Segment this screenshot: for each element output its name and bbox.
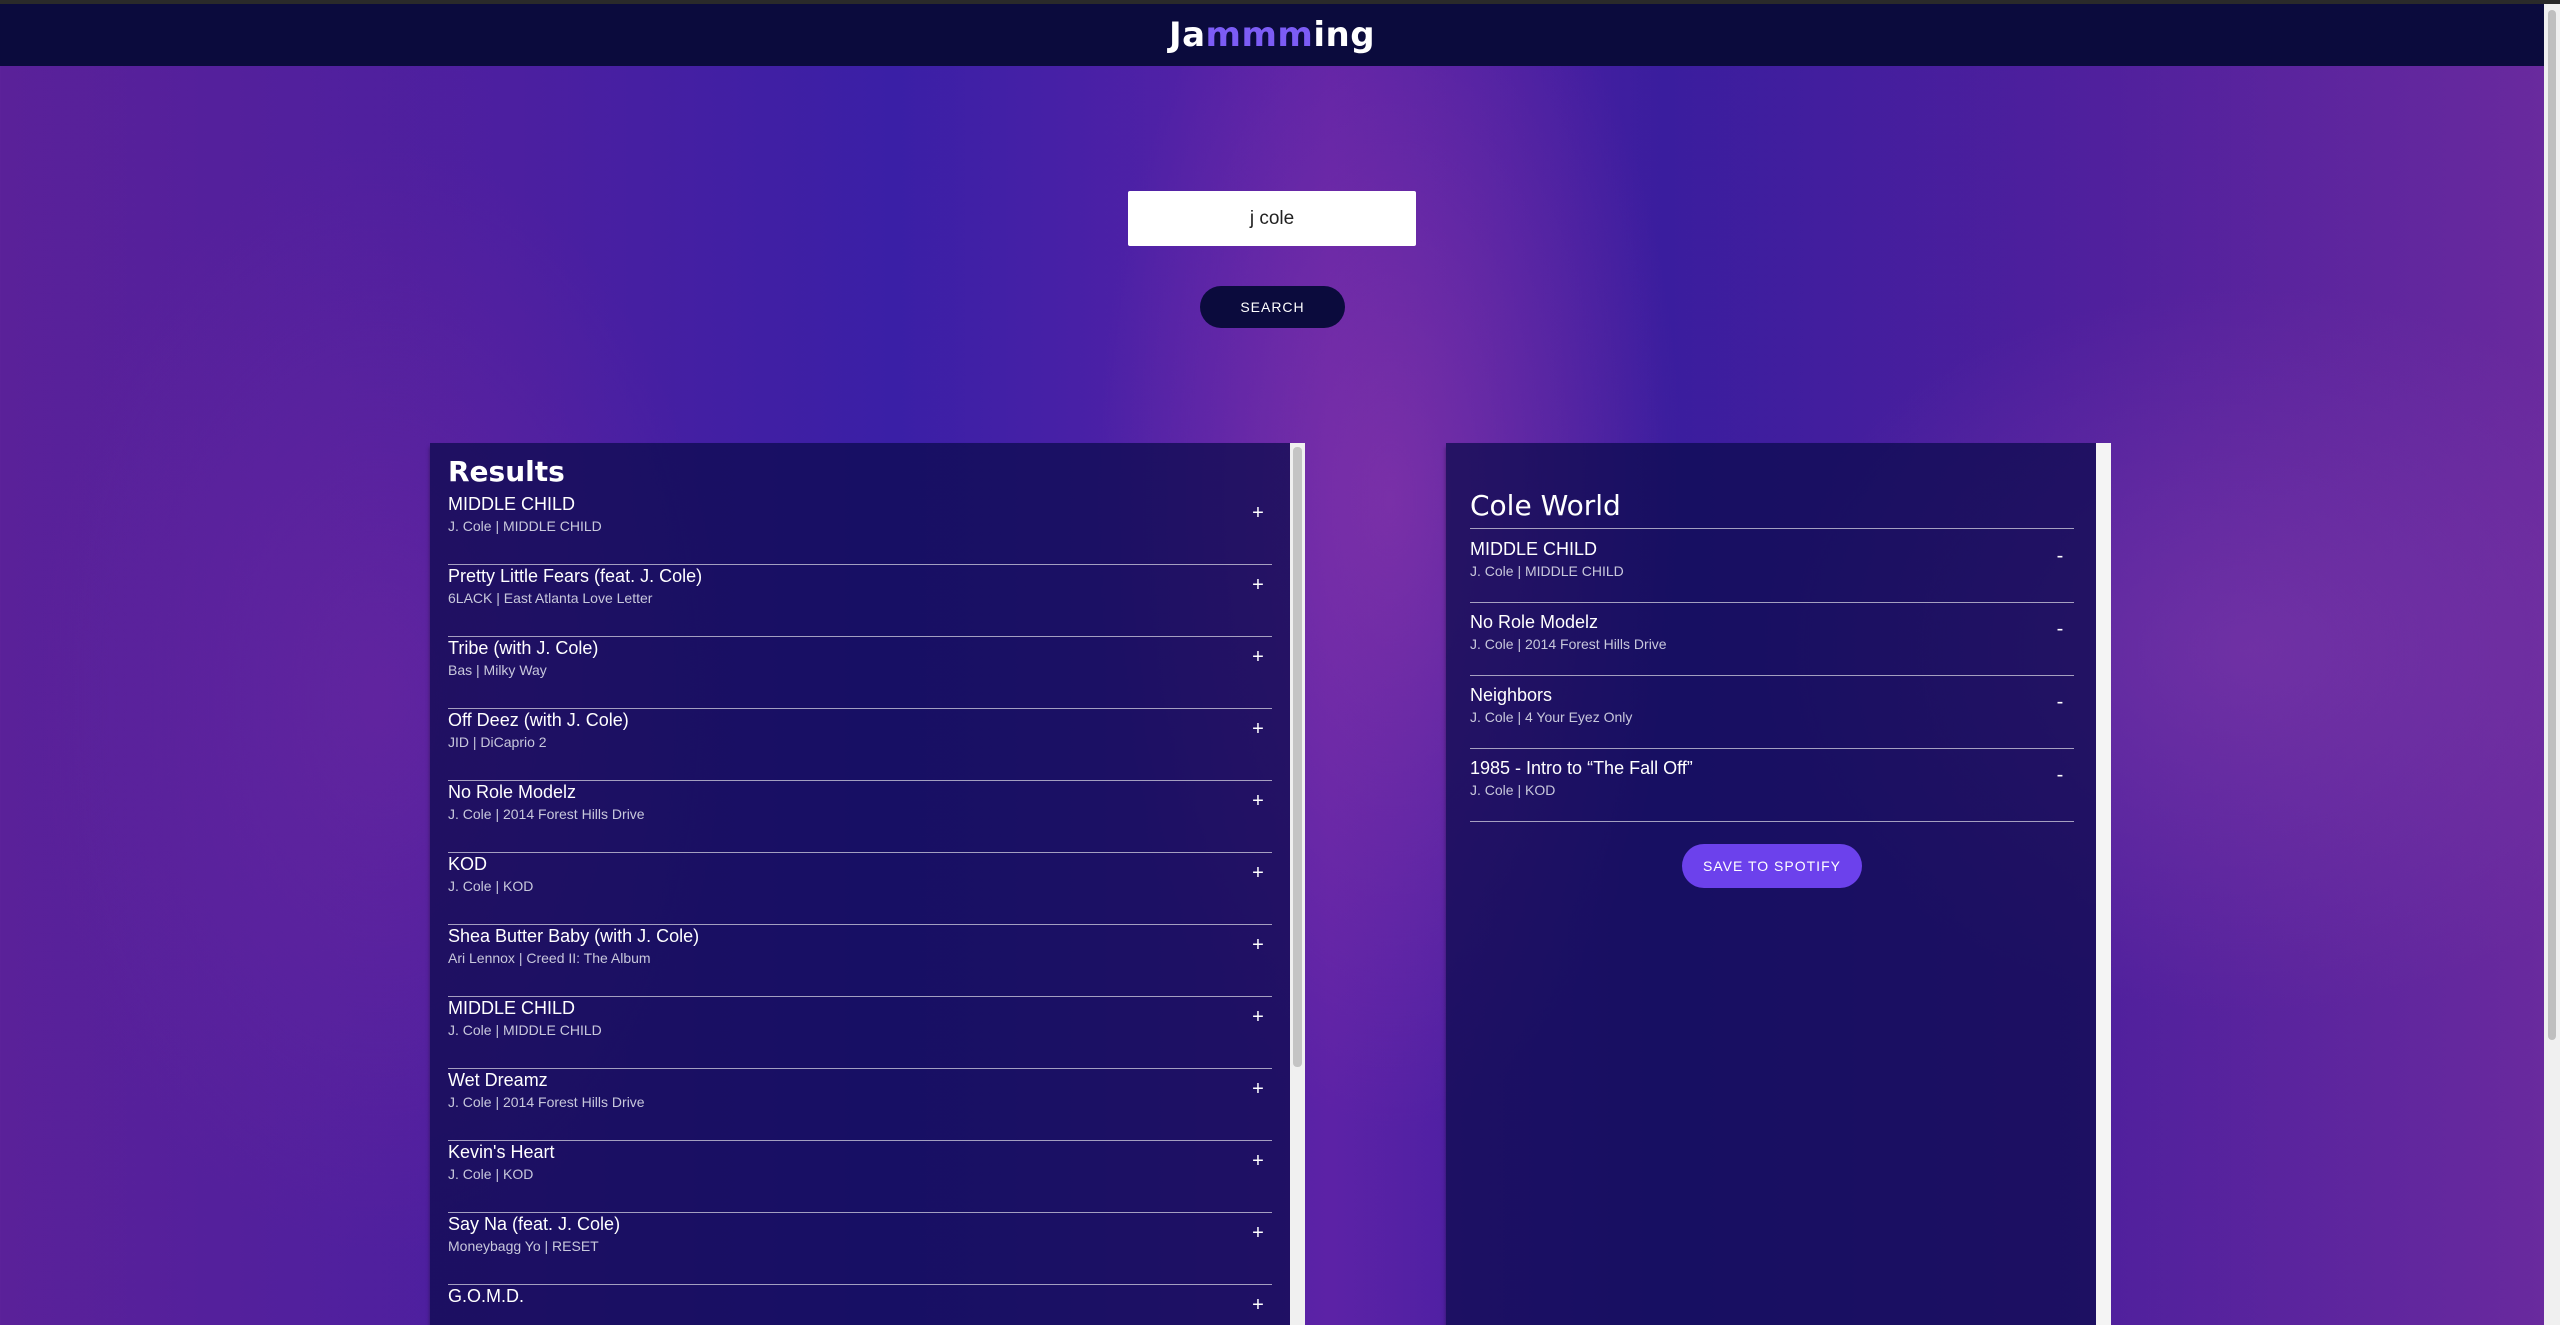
track-name: Wet Dreamz (448, 1070, 548, 1090)
app-logo: Jammming (1169, 15, 1375, 55)
track-info: J. Cole | KOD (448, 1166, 534, 1182)
remove-track-button[interactable]: - (2048, 690, 2072, 714)
track-row: Kevin's Heart J. Cole | KOD + (448, 1141, 1272, 1213)
track-info: J. Cole | 4 Your Eyez Only (1470, 709, 1633, 725)
track-row: No Role Modelz J. Cole | 2014 Forest Hill… (1470, 603, 2074, 676)
track-info: J. Cole | MIDDLE CHILD (448, 1022, 602, 1038)
track-name: Shea Butter Baby (with J. Cole) (448, 926, 700, 946)
track-info: J. Cole | 2014 Forest Hills Drive (448, 1094, 645, 1110)
track-row: Wet Dreamz J. Cole | 2014 Forest Hills Dr… (448, 1069, 1272, 1141)
track-name: 1985 - Intro to “The Fall Off” (1470, 758, 1693, 778)
track-row: MIDDLE CHILD J. Cole | MIDDLE CHILD - (1470, 530, 2074, 603)
playlist-name-input[interactable] (1470, 483, 2074, 529)
add-track-button[interactable]: + (1246, 1077, 1270, 1101)
add-track-button[interactable]: + (1246, 861, 1270, 885)
page-scrollbar-thumb[interactable] (2548, 10, 2556, 1040)
track-info: J. Cole | MIDDLE CHILD (1470, 563, 1624, 579)
track-row: Neighbors J. Cole | 4 Your Eyez Only - (1470, 676, 2074, 749)
track-info: J. Cole | 2014 Forest Hills Drive (1470, 636, 1667, 652)
results-panel: Results MIDDLE CHILD J. Cole | MIDDLE CHI… (430, 443, 1292, 1325)
page-scrollbar[interactable] (2544, 4, 2560, 1325)
track-row: Off Deez (with J. Cole) JID | DiCaprio 2 + (448, 709, 1272, 781)
track-info: Ari Lennox | Creed II: The Album (448, 950, 651, 966)
track-info: J. Cole | MIDDLE CHILD (448, 518, 602, 534)
add-track-button[interactable]: + (1246, 717, 1270, 741)
track-row: Pretty Little Fears (feat. J. Cole) 6LACK… (448, 565, 1272, 637)
results-title: Results (448, 455, 565, 488)
save-to-spotify-button[interactable]: SAVE TO SPOTIFY (1682, 844, 1862, 888)
track-info: Bas | Milky Way (448, 662, 547, 678)
add-track-button[interactable]: + (1246, 573, 1270, 597)
logo-end: ing (1313, 15, 1376, 55)
track-info: J. Cole | 2014 Forest Hills Drive (448, 806, 645, 822)
playlist-panel-edge (2096, 443, 2111, 1325)
track-name: Say Na (feat. J. Cole) (448, 1214, 621, 1234)
add-track-button[interactable]: + (1246, 789, 1270, 813)
track-info: Moneybagg Yo | RESET (448, 1238, 599, 1254)
track-name: Off Deez (with J. Cole) (448, 710, 629, 730)
track-name: Pretty Little Fears (feat. J. Cole) (448, 566, 703, 586)
search-button[interactable]: SEARCH (1200, 286, 1345, 328)
track-row: KOD J. Cole | KOD + (448, 853, 1272, 925)
search-input[interactable] (1128, 191, 1416, 246)
track-name: Kevin's Heart (448, 1142, 555, 1162)
track-name: G.O.M.D. (448, 1286, 524, 1306)
results-scrollbar[interactable] (1290, 443, 1305, 1325)
track-name: No Role Modelz (448, 782, 577, 802)
track-info: J. Cole | KOD (448, 878, 534, 894)
track-name: Neighbors (1470, 685, 1553, 705)
track-row: Tribe (with J. Cole) Bas | Milky Way + (448, 637, 1272, 709)
track-row: MIDDLE CHILD J. Cole | MIDDLE CHILD + (448, 493, 1272, 565)
remove-track-button[interactable]: - (2048, 544, 2072, 568)
playlist-track-list: MIDDLE CHILD J. Cole | MIDDLE CHILD - No Ro… (1470, 530, 2074, 822)
add-track-button[interactable]: + (1246, 645, 1270, 669)
logo-accent: mmm (1205, 15, 1314, 55)
add-track-button[interactable]: + (1246, 501, 1270, 525)
track-row: G.O.M.D. + (448, 1285, 1272, 1325)
track-name: MIDDLE CHILD (448, 494, 576, 514)
track-info: J. Cole | KOD (1470, 782, 1556, 798)
track-name: No Role Modelz (1470, 612, 1599, 632)
track-info: JID | DiCaprio 2 (448, 734, 547, 750)
add-track-button[interactable]: + (1246, 1149, 1270, 1173)
track-name: MIDDLE CHILD (1470, 539, 1598, 559)
logo-start: Ja (1168, 15, 1206, 55)
add-track-button[interactable]: + (1246, 1293, 1270, 1317)
results-scrollbar-thumb[interactable] (1293, 447, 1302, 1067)
playlist-panel: MIDDLE CHILDJ. Cole | MIDDLE CHILD-No Ro… (1446, 443, 2096, 1325)
results-track-list: MIDDLE CHILD J. Cole | MIDDLE CHILD + Prett… (448, 493, 1272, 1325)
app-header: Jammming (0, 4, 2544, 66)
track-name: KOD (448, 854, 488, 874)
add-track-button[interactable]: + (1246, 1221, 1270, 1245)
remove-track-button[interactable]: - (2048, 617, 2072, 641)
track-name: MIDDLE CHILD (448, 998, 576, 1018)
add-track-button[interactable]: + (1246, 1005, 1270, 1029)
add-track-button[interactable]: + (1246, 933, 1270, 957)
track-row: Say Na (feat. J. Cole) Moneybagg Yo | RES… (448, 1213, 1272, 1285)
track-row: Shea Butter Baby (with J. Cole) Ari Lenno… (448, 925, 1272, 997)
remove-track-button[interactable]: - (2048, 763, 2072, 787)
track-name: Tribe (with J. Cole) (448, 638, 599, 658)
track-row: 1985 - Intro to “The Fall Off” J. Cole | … (1470, 749, 2074, 822)
track-row: No Role Modelz J. Cole | 2014 Forest Hill… (448, 781, 1272, 853)
track-row: MIDDLE CHILD J. Cole | MIDDLE CHILD + (448, 997, 1272, 1069)
track-info: 6LACK | East Atlanta Love Letter (448, 590, 653, 606)
